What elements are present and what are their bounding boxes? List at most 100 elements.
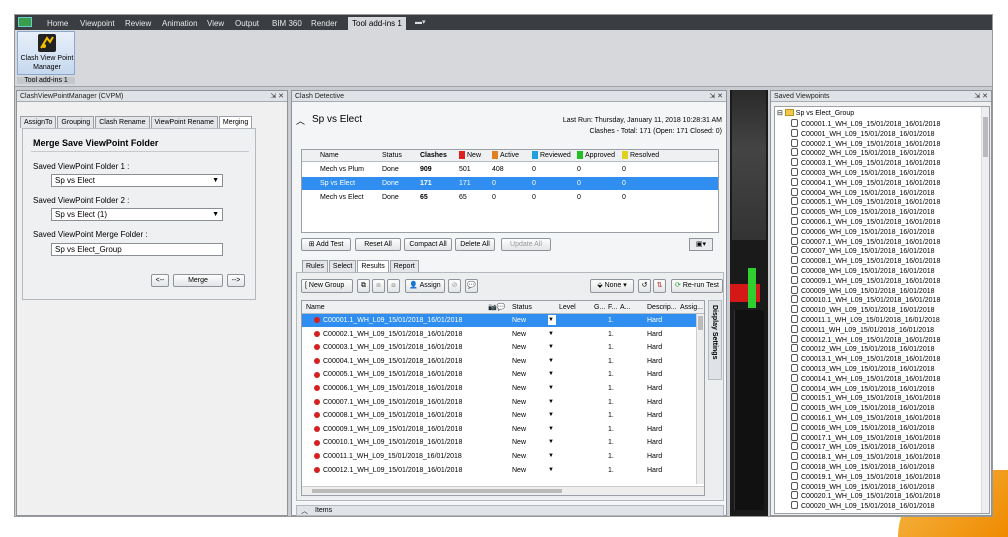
clash-view-point-manager-button[interactable]: Clash View Point Manager (17, 31, 75, 75)
tree-vscroll-thumb[interactable] (983, 117, 988, 157)
ribbon-tab-bim-360[interactable]: BIM 360 (272, 17, 302, 30)
results-col-4[interactable]: G... (594, 301, 605, 314)
cvpm-tab-grouping[interactable]: Grouping (57, 116, 95, 128)
tests-row[interactable]: Sp vs Elect Done 171 171 0 0 0 0 (302, 177, 718, 190)
status-dropdown-icon[interactable]: ▼ (548, 410, 556, 420)
results-row[interactable]: C00003.1_WH_L09_15/01/2018_16/01/2018 New… (302, 341, 696, 354)
panel-controls-icon[interactable]: ⇲ ✕ (709, 91, 723, 102)
clash-tab-report[interactable]: Report (389, 260, 419, 272)
merge-folder-input[interactable]: Sp vs Elect_Group (51, 243, 223, 256)
results-row[interactable]: C00004.1_WH_L09_15/01/2018_16/01/2018 New… (302, 355, 696, 368)
ribbon-options-icon[interactable]: ▬▾ (415, 19, 429, 26)
results-col-2[interactable]: Status (512, 301, 532, 314)
tests-row[interactable]: Mech vs Elect Done 65 65 0 0 0 0 (302, 191, 718, 204)
status-dropdown-icon[interactable]: ▼ (548, 356, 556, 366)
compact-all-button[interactable]: Compact All (404, 238, 452, 251)
cvpm-tab-assignto[interactable]: AssignTo (20, 116, 57, 128)
results-col-8[interactable]: Assig... (680, 301, 703, 314)
new-group-button[interactable]: [ New Group (301, 279, 353, 293)
tests-col-active[interactable]: Active (492, 150, 519, 162)
remove-group-icon[interactable]: ⧇ (387, 279, 400, 293)
ribbon-tab-animation[interactable]: Animation (162, 17, 198, 30)
explode-group-icon[interactable]: ⧈ (372, 279, 385, 293)
clash-tab-select[interactable]: Select (328, 260, 357, 272)
results-row[interactable]: C00007.1_WH_L09_15/01/2018_16/01/2018 New… (302, 396, 696, 409)
filter-none-select[interactable]: ⬙ None ▾ (590, 279, 634, 293)
3d-viewport[interactable] (730, 90, 768, 516)
prev-button[interactable]: <-- (151, 274, 169, 287)
results-col-5[interactable]: F... (608, 301, 617, 314)
ribbon-tab-tool-add-ins-1[interactable]: Tool add-ins 1 (348, 17, 406, 30)
assign-button[interactable]: 👤 Assign (405, 279, 445, 293)
results-row[interactable]: C00005.1_WH_L09_15/01/2018_16/01/2018 New… (302, 368, 696, 381)
status-dropdown-icon[interactable]: ▼ (548, 465, 556, 475)
status-dropdown-icon[interactable]: ▼ (548, 437, 556, 447)
tests-col-name[interactable]: Name (320, 150, 339, 162)
tree-vscrollbar[interactable] (981, 107, 989, 513)
ribbon-tab-view[interactable]: View (207, 17, 224, 30)
ribbon-tab-viewpoint[interactable]: Viewpoint (80, 17, 115, 30)
viewpoint-item[interactable]: C00020_WH_L09_15/01/2018_16/01/2018 (791, 501, 935, 512)
results-vscrollbar[interactable] (696, 314, 704, 484)
tests-col-clashes[interactable]: Clashes (420, 150, 447, 162)
folder2-select[interactable]: Sp vs Elect (1) ▼ (51, 208, 223, 221)
panel-controls-icon[interactable]: ⇲ ✕ (974, 91, 988, 102)
status-dropdown-icon[interactable]: ▼ (548, 383, 556, 393)
status-dropdown-icon[interactable]: ▼ (548, 329, 556, 339)
tests-col-resolved[interactable]: Resolved (622, 150, 659, 162)
results-col-7[interactable]: Descrip... (647, 301, 677, 314)
panel-controls-icon[interactable]: ⇲ ✕ (270, 91, 284, 102)
tests-col-status[interactable]: Status (382, 150, 402, 162)
results-hscrollbar[interactable] (302, 486, 704, 495)
reset-icon[interactable]: ↺ (638, 279, 651, 293)
next-button[interactable]: --> (227, 274, 245, 287)
results-row[interactable]: C00001.1_WH_L09_15/01/2018_16/01/2018 New… (302, 314, 696, 327)
results-col-1[interactable]: Name (306, 301, 325, 314)
results-row[interactable]: C00006.1_WH_L09_15/01/2018_16/01/2018 New… (302, 382, 696, 395)
comment-icon[interactable]: 💬 (465, 279, 478, 293)
group-clashes-icon[interactable]: ⧉ (357, 279, 370, 293)
display-settings-tab[interactable]: Display Settings (708, 300, 722, 380)
unassign-icon[interactable]: ⊘ (448, 279, 461, 293)
cvpm-tab-clash-rename[interactable]: Clash Rename (95, 116, 150, 128)
status-dropdown-icon[interactable]: ▼ (548, 397, 556, 407)
tests-col-approved[interactable]: Approved (577, 150, 615, 162)
ribbon-tab-review[interactable]: Review (125, 17, 151, 30)
rerun-test-button[interactable]: ⟳ Re-run Test (671, 279, 723, 293)
items-bar[interactable]: ︿ Items (296, 505, 724, 516)
tests-export-icon[interactable]: ▣▾ (689, 238, 713, 251)
tests-col-reviewed[interactable]: Reviewed (532, 150, 571, 162)
status-dropdown-icon[interactable]: ▼ (548, 424, 556, 434)
status-dropdown-icon[interactable]: ▼ (548, 342, 556, 352)
app-logo-icon[interactable] (18, 17, 32, 27)
results-row[interactable]: C00011.1_WH_L09_15/01/2018_16/01/2018 New… (302, 450, 696, 463)
collapse-tree-icon[interactable]: ⊟ (777, 110, 783, 117)
ribbon-tab-home[interactable]: Home (47, 17, 68, 30)
clash-tab-rules[interactable]: Rules (302, 260, 328, 272)
tests-row[interactable]: Mech vs Plum Done 909 501 408 0 0 0 (302, 163, 718, 176)
results-col-3[interactable]: Level (559, 301, 576, 314)
clash-tab-results[interactable]: Results (357, 260, 389, 272)
status-dropdown-icon[interactable]: ▼ (548, 369, 556, 379)
status-dropdown-icon[interactable]: ▼ (548, 451, 556, 461)
results-col-6[interactable]: A... (620, 301, 631, 314)
results-row[interactable]: C00010.1_WH_L09_15/01/2018_16/01/2018 New… (302, 436, 696, 449)
delete-all-button[interactable]: Delete All (455, 238, 495, 251)
sort-icon[interactable]: ⇅ (653, 279, 666, 293)
tests-col-new[interactable]: New (459, 150, 481, 162)
cvpm-tab-merging[interactable]: Merging (218, 116, 253, 128)
reset-all-button[interactable]: Reset All (355, 238, 401, 251)
results-row[interactable]: C00002.1_WH_L09_15/01/2018_16/01/2018 New… (302, 328, 696, 341)
results-row[interactable]: C00009.1_WH_L09_15/01/2018_16/01/2018 New… (302, 423, 696, 436)
update-all-button[interactable]: Update All (501, 238, 551, 251)
vscroll-thumb[interactable] (698, 316, 703, 330)
folder1-select[interactable]: Sp vs Elect ▼ (51, 174, 223, 187)
collapse-icon[interactable]: ︿ (296, 114, 305, 127)
ribbon-tab-render[interactable]: Render (311, 17, 337, 30)
merge-button[interactable]: Merge (173, 274, 223, 287)
cvpm-tab-viewpoint-rename[interactable]: ViewPoint Rename (150, 116, 218, 128)
tree-folder-row[interactable]: ⊟ Sp vs Elect_Group (777, 109, 854, 119)
results-row[interactable]: C00008.1_WH_L09_15/01/2018_16/01/2018 New… (302, 409, 696, 422)
ribbon-tab-output[interactable]: Output (235, 17, 259, 30)
hscroll-thumb[interactable] (312, 489, 562, 493)
